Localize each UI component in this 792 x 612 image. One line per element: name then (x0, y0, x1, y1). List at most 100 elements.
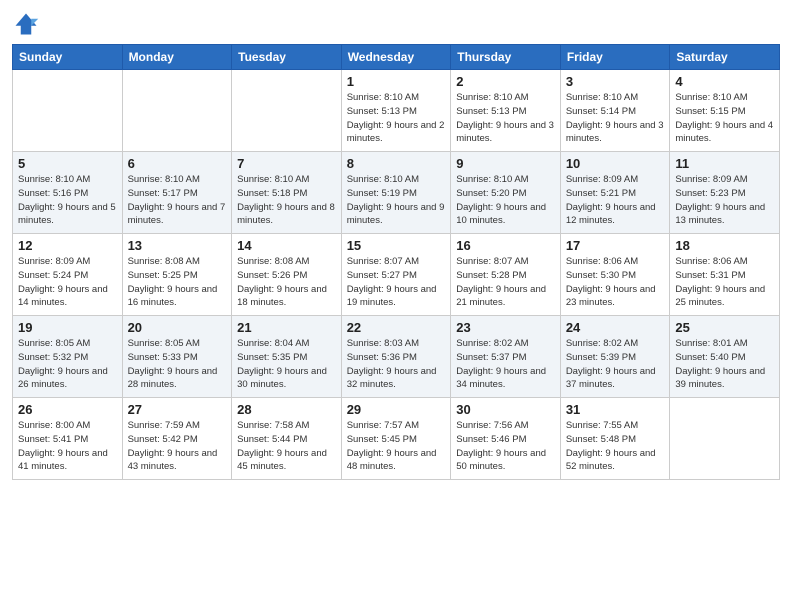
day-info: Sunrise: 8:10 AM Sunset: 5:13 PM Dayligh… (347, 91, 446, 146)
calendar-day-cell (670, 398, 780, 480)
calendar-day-cell: 27 Sunrise: 7:59 AM Sunset: 5:42 PM Dayli… (122, 398, 232, 480)
day-number: 31 (566, 402, 665, 417)
day-info: Sunrise: 8:09 AM Sunset: 5:23 PM Dayligh… (675, 173, 774, 228)
weekday-header: Wednesday (341, 45, 451, 70)
calendar-day-cell: 29 Sunrise: 7:57 AM Sunset: 5:45 PM Dayli… (341, 398, 451, 480)
day-number: 30 (456, 402, 555, 417)
day-info: Sunrise: 7:59 AM Sunset: 5:42 PM Dayligh… (128, 419, 227, 474)
calendar-day-cell: 26Sunrise: 8:00 AM Sunset: 5:41 PM Dayli… (13, 398, 123, 480)
day-number: 17 (566, 238, 665, 253)
day-info: Sunrise: 8:01 AM Sunset: 5:40 PM Dayligh… (675, 337, 774, 392)
header (12, 10, 780, 38)
calendar-week-row: 5 Sunrise: 8:10 AM Sunset: 5:16 PM Daylig… (13, 152, 780, 234)
calendar-day-cell: 5 Sunrise: 8:10 AM Sunset: 5:16 PM Daylig… (13, 152, 123, 234)
calendar-week-row: 26Sunrise: 8:00 AM Sunset: 5:41 PM Dayli… (13, 398, 780, 480)
day-number: 28 (237, 402, 336, 417)
calendar-day-cell: 8 Sunrise: 8:10 AM Sunset: 5:19 PM Daylig… (341, 152, 451, 234)
day-number: 7 (237, 156, 336, 171)
day-info: Sunrise: 8:03 AM Sunset: 5:36 PM Dayligh… (347, 337, 446, 392)
calendar-day-cell: 23 Sunrise: 8:02 AM Sunset: 5:37 PM Dayli… (451, 316, 561, 398)
day-info: Sunrise: 8:10 AM Sunset: 5:20 PM Dayligh… (456, 173, 555, 228)
day-info: Sunrise: 8:10 AM Sunset: 5:19 PM Dayligh… (347, 173, 446, 228)
calendar-day-cell: 10 Sunrise: 8:09 AM Sunset: 5:21 PM Dayli… (560, 152, 670, 234)
day-info: Sunrise: 7:57 AM Sunset: 5:45 PM Dayligh… (347, 419, 446, 474)
day-info: Sunrise: 8:10 AM Sunset: 5:17 PM Dayligh… (128, 173, 227, 228)
calendar-day-cell: 24 Sunrise: 8:02 AM Sunset: 5:39 PM Dayli… (560, 316, 670, 398)
day-number: 27 (128, 402, 227, 417)
calendar-day-cell (232, 70, 342, 152)
day-info: Sunrise: 8:10 AM Sunset: 5:16 PM Dayligh… (18, 173, 117, 228)
logo-icon (12, 10, 40, 38)
day-info: Sunrise: 8:07 AM Sunset: 5:27 PM Dayligh… (347, 255, 446, 310)
day-number: 12 (18, 238, 117, 253)
day-info: Sunrise: 8:06 AM Sunset: 5:30 PM Dayligh… (566, 255, 665, 310)
calendar-day-cell: 11 Sunrise: 8:09 AM Sunset: 5:23 PM Dayli… (670, 152, 780, 234)
day-number: 25 (675, 320, 774, 335)
calendar-week-row: 19 Sunrise: 8:05 AM Sunset: 5:32 PM Dayli… (13, 316, 780, 398)
main-container: SundayMondayTuesdayWednesdayThursdayFrid… (0, 0, 792, 488)
calendar-day-cell: 6 Sunrise: 8:10 AM Sunset: 5:17 PM Daylig… (122, 152, 232, 234)
day-info: Sunrise: 8:00 AM Sunset: 5:41 PM Dayligh… (18, 419, 117, 474)
weekday-header: Sunday (13, 45, 123, 70)
day-number: 10 (566, 156, 665, 171)
calendar-week-row: 12Sunrise: 8:09 AM Sunset: 5:24 PM Dayli… (13, 234, 780, 316)
calendar-day-cell: 19 Sunrise: 8:05 AM Sunset: 5:32 PM Dayli… (13, 316, 123, 398)
calendar-day-cell: 14 Sunrise: 8:08 AM Sunset: 5:26 PM Dayli… (232, 234, 342, 316)
day-number: 1 (347, 74, 446, 89)
day-info: Sunrise: 8:08 AM Sunset: 5:26 PM Dayligh… (237, 255, 336, 310)
day-number: 4 (675, 74, 774, 89)
calendar-day-cell: 25 Sunrise: 8:01 AM Sunset: 5:40 PM Dayli… (670, 316, 780, 398)
day-info: Sunrise: 8:10 AM Sunset: 5:13 PM Dayligh… (456, 91, 555, 146)
calendar-day-cell: 13Sunrise: 8:08 AM Sunset: 5:25 PM Dayli… (122, 234, 232, 316)
day-number: 19 (18, 320, 117, 335)
day-info: Sunrise: 8:10 AM Sunset: 5:15 PM Dayligh… (675, 91, 774, 146)
calendar-day-cell: 1 Sunrise: 8:10 AM Sunset: 5:13 PM Daylig… (341, 70, 451, 152)
calendar-day-cell (122, 70, 232, 152)
day-info: Sunrise: 8:05 AM Sunset: 5:32 PM Dayligh… (18, 337, 117, 392)
weekday-header: Saturday (670, 45, 780, 70)
day-number: 16 (456, 238, 555, 253)
weekday-header: Friday (560, 45, 670, 70)
day-number: 18 (675, 238, 774, 253)
day-number: 20 (128, 320, 227, 335)
day-number: 8 (347, 156, 446, 171)
day-number: 11 (675, 156, 774, 171)
day-info: Sunrise: 8:06 AM Sunset: 5:31 PM Dayligh… (675, 255, 774, 310)
day-number: 5 (18, 156, 117, 171)
calendar-day-cell: 4 Sunrise: 8:10 AM Sunset: 5:15 PM Daylig… (670, 70, 780, 152)
day-number: 23 (456, 320, 555, 335)
calendar-day-cell: 2Sunrise: 8:10 AM Sunset: 5:13 PM Daylig… (451, 70, 561, 152)
day-info: Sunrise: 7:56 AM Sunset: 5:46 PM Dayligh… (456, 419, 555, 474)
calendar-day-cell: 28 Sunrise: 7:58 AM Sunset: 5:44 PM Dayli… (232, 398, 342, 480)
day-info: Sunrise: 8:09 AM Sunset: 5:21 PM Dayligh… (566, 173, 665, 228)
calendar-day-cell: 22 Sunrise: 8:03 AM Sunset: 5:36 PM Dayli… (341, 316, 451, 398)
day-info: Sunrise: 7:58 AM Sunset: 5:44 PM Dayligh… (237, 419, 336, 474)
calendar-day-cell: 15 Sunrise: 8:07 AM Sunset: 5:27 PM Dayli… (341, 234, 451, 316)
day-info: Sunrise: 8:05 AM Sunset: 5:33 PM Dayligh… (128, 337, 227, 392)
weekday-header-row: SundayMondayTuesdayWednesdayThursdayFrid… (13, 45, 780, 70)
weekday-header: Thursday (451, 45, 561, 70)
calendar: SundayMondayTuesdayWednesdayThursdayFrid… (12, 44, 780, 480)
calendar-day-cell: 3Sunrise: 8:10 AM Sunset: 5:14 PM Daylig… (560, 70, 670, 152)
day-number: 13 (128, 238, 227, 253)
calendar-week-row: 1 Sunrise: 8:10 AM Sunset: 5:13 PM Daylig… (13, 70, 780, 152)
day-info: Sunrise: 7:55 AM Sunset: 5:48 PM Dayligh… (566, 419, 665, 474)
day-info: Sunrise: 8:02 AM Sunset: 5:39 PM Dayligh… (566, 337, 665, 392)
day-number: 15 (347, 238, 446, 253)
day-number: 14 (237, 238, 336, 253)
day-number: 9 (456, 156, 555, 171)
day-info: Sunrise: 8:07 AM Sunset: 5:28 PM Dayligh… (456, 255, 555, 310)
day-number: 21 (237, 320, 336, 335)
day-info: Sunrise: 8:02 AM Sunset: 5:37 PM Dayligh… (456, 337, 555, 392)
day-number: 22 (347, 320, 446, 335)
calendar-day-cell: 17 Sunrise: 8:06 AM Sunset: 5:30 PM Dayli… (560, 234, 670, 316)
weekday-header: Monday (122, 45, 232, 70)
calendar-day-cell: 9 Sunrise: 8:10 AM Sunset: 5:20 PM Daylig… (451, 152, 561, 234)
calendar-day-cell: 20 Sunrise: 8:05 AM Sunset: 5:33 PM Dayli… (122, 316, 232, 398)
calendar-day-cell (13, 70, 123, 152)
day-number: 24 (566, 320, 665, 335)
calendar-day-cell: 7Sunrise: 8:10 AM Sunset: 5:18 PM Daylig… (232, 152, 342, 234)
logo (12, 10, 44, 38)
day-number: 6 (128, 156, 227, 171)
day-number: 29 (347, 402, 446, 417)
